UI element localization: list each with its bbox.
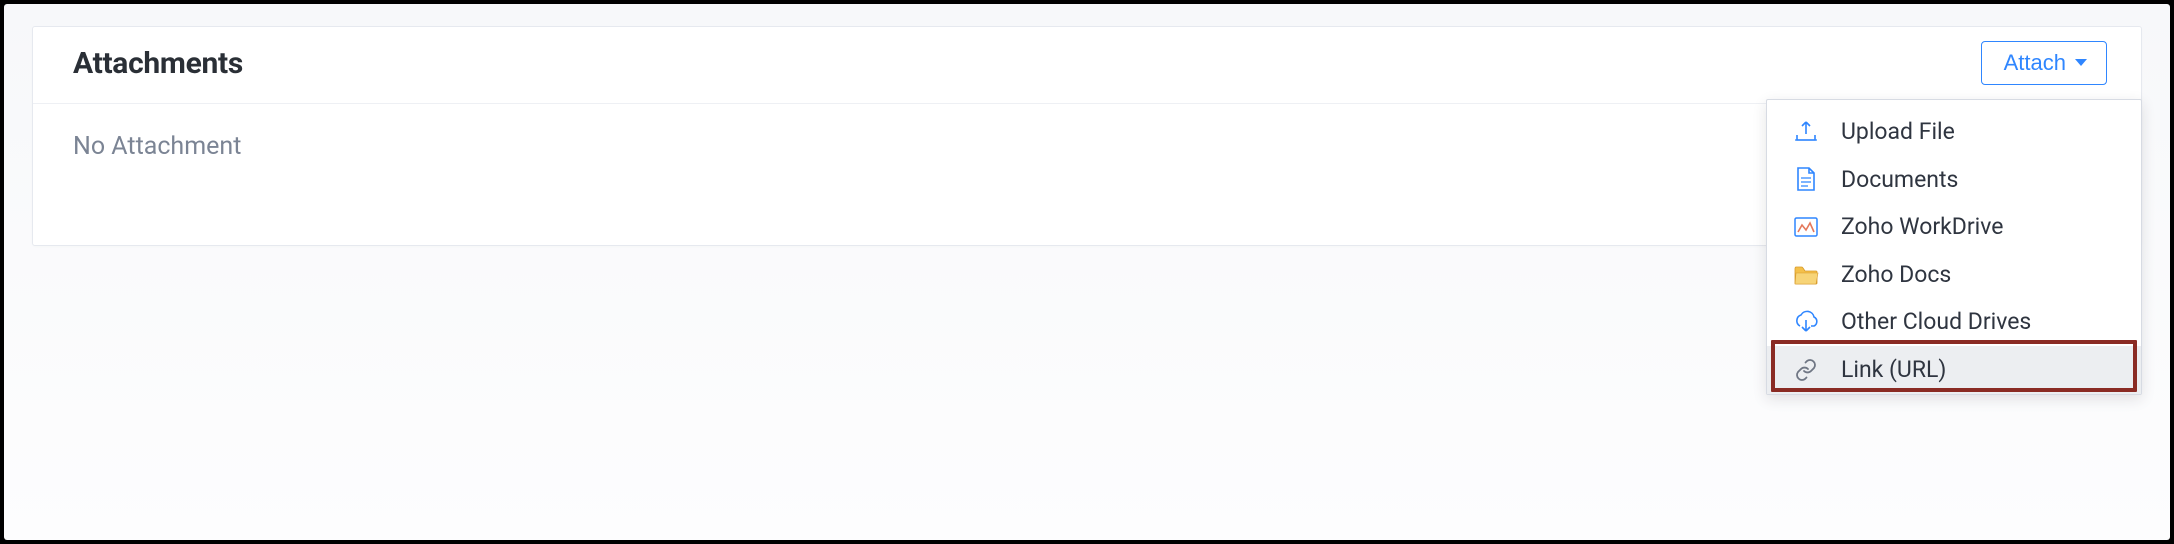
menu-item-label: Link (URL) — [1841, 356, 1946, 384]
menu-item-upload-file[interactable]: Upload File — [1767, 108, 2141, 156]
upload-file-icon — [1791, 119, 1821, 145]
documents-icon — [1791, 166, 1821, 192]
cloud-download-icon — [1791, 309, 1821, 335]
attachments-panel-header: Attachments Attach — [33, 27, 2141, 104]
attach-button-label: Attach — [2004, 50, 2066, 76]
attachments-title: Attachments — [73, 46, 243, 81]
menu-item-label: Zoho Docs — [1841, 261, 1951, 289]
attach-button[interactable]: Attach — [1981, 41, 2107, 85]
workdrive-icon — [1791, 214, 1821, 240]
menu-item-zoho-docs[interactable]: Zoho Docs — [1767, 251, 2141, 299]
menu-item-label: Zoho WorkDrive — [1841, 213, 2003, 241]
menu-item-other-cloud-drives[interactable]: Other Cloud Drives — [1767, 298, 2141, 346]
menu-item-label: Upload File — [1841, 118, 1955, 146]
menu-item-zoho-workdrive[interactable]: Zoho WorkDrive — [1767, 203, 2141, 251]
link-icon — [1791, 357, 1821, 383]
app-surface: Attachments Attach No Attachment Upload … — [4, 4, 2170, 540]
menu-item-documents[interactable]: Documents — [1767, 156, 2141, 204]
caret-down-icon — [2074, 58, 2088, 68]
menu-item-label: Other Cloud Drives — [1841, 308, 2031, 336]
folder-icon — [1791, 262, 1821, 288]
menu-item-link-url[interactable]: Link (URL) — [1767, 346, 2141, 394]
menu-item-label: Documents — [1841, 166, 1958, 194]
attach-dropdown: Upload File Documents Zoho WorkDrive — [1766, 99, 2142, 395]
